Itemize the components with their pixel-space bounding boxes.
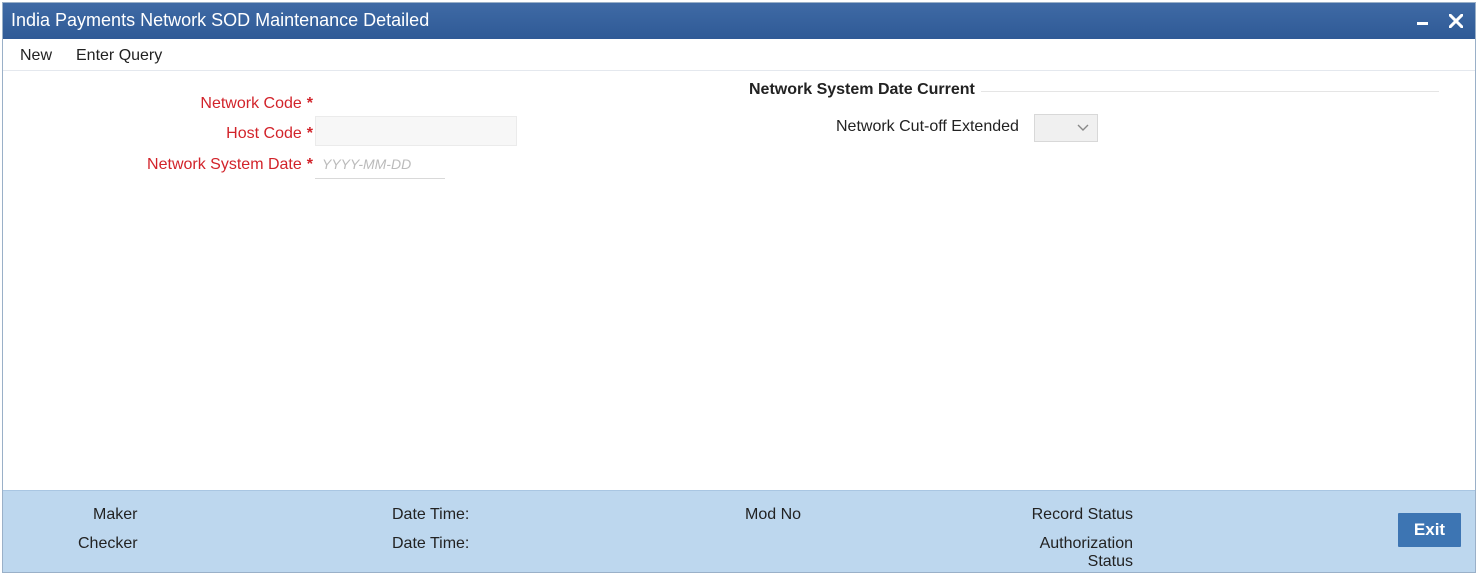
menu-bar: New Enter Query <box>3 39 1475 71</box>
close-button[interactable] <box>1443 8 1469 34</box>
network-code-input[interactable] <box>315 89 517 119</box>
network-system-date-label: Network System Date * <box>103 156 313 174</box>
network-code-label-text: Network Code <box>200 95 302 112</box>
network-system-date-input[interactable]: YYYY-MM-DD <box>315 151 445 179</box>
audit-footer: Maker Checker Date Time: Date Time: Mod … <box>3 490 1475 572</box>
network-cutoff-extended-label: Network Cut-off Extended <box>836 118 1019 135</box>
network-cutoff-extended-select[interactable] <box>1034 114 1098 142</box>
required-mark: * <box>306 156 313 173</box>
host-code-label: Host Code * <box>163 125 313 143</box>
window-title: India Payments Network SOD Maintenance D… <box>11 10 430 30</box>
menu-new[interactable]: New <box>20 47 52 65</box>
date-placeholder: YYYY-MM-DD <box>322 156 412 172</box>
required-mark: * <box>306 125 313 142</box>
mod-no-label: Mod No <box>745 506 802 523</box>
network-system-date-label-text: Network System Date <box>147 156 302 173</box>
required-mark: * <box>306 95 313 112</box>
checker-date-time-label: Date Time: <box>392 535 470 552</box>
exit-button[interactable]: Exit <box>1398 513 1461 547</box>
authorization-status-label: Status <box>1087 553 1133 570</box>
menu-enter-query[interactable]: Enter Query <box>76 47 162 65</box>
minimize-icon <box>1416 21 1428 25</box>
section-divider <box>981 91 1439 92</box>
checker-label: Checker <box>78 535 138 552</box>
title-bar: India Payments Network SOD Maintenance D… <box>3 3 1475 39</box>
section-title-network-system-date-current: Network System Date Current <box>749 81 975 98</box>
chevron-down-icon <box>1077 124 1089 131</box>
record-status-label: Record Status <box>1031 506 1133 523</box>
maker-date-time-label: Date Time: <box>392 506 470 523</box>
host-code-label-text: Host Code <box>226 125 302 142</box>
maintenance-window: India Payments Network SOD Maintenance D… <box>2 2 1476 573</box>
maker-label: Maker <box>93 506 138 523</box>
host-code-input[interactable] <box>315 116 517 146</box>
network-code-label: Network Code * <box>163 95 313 113</box>
authorization-label: Authorization <box>1039 535 1133 552</box>
minimize-button[interactable] <box>1409 8 1435 34</box>
close-icon <box>1449 14 1463 28</box>
